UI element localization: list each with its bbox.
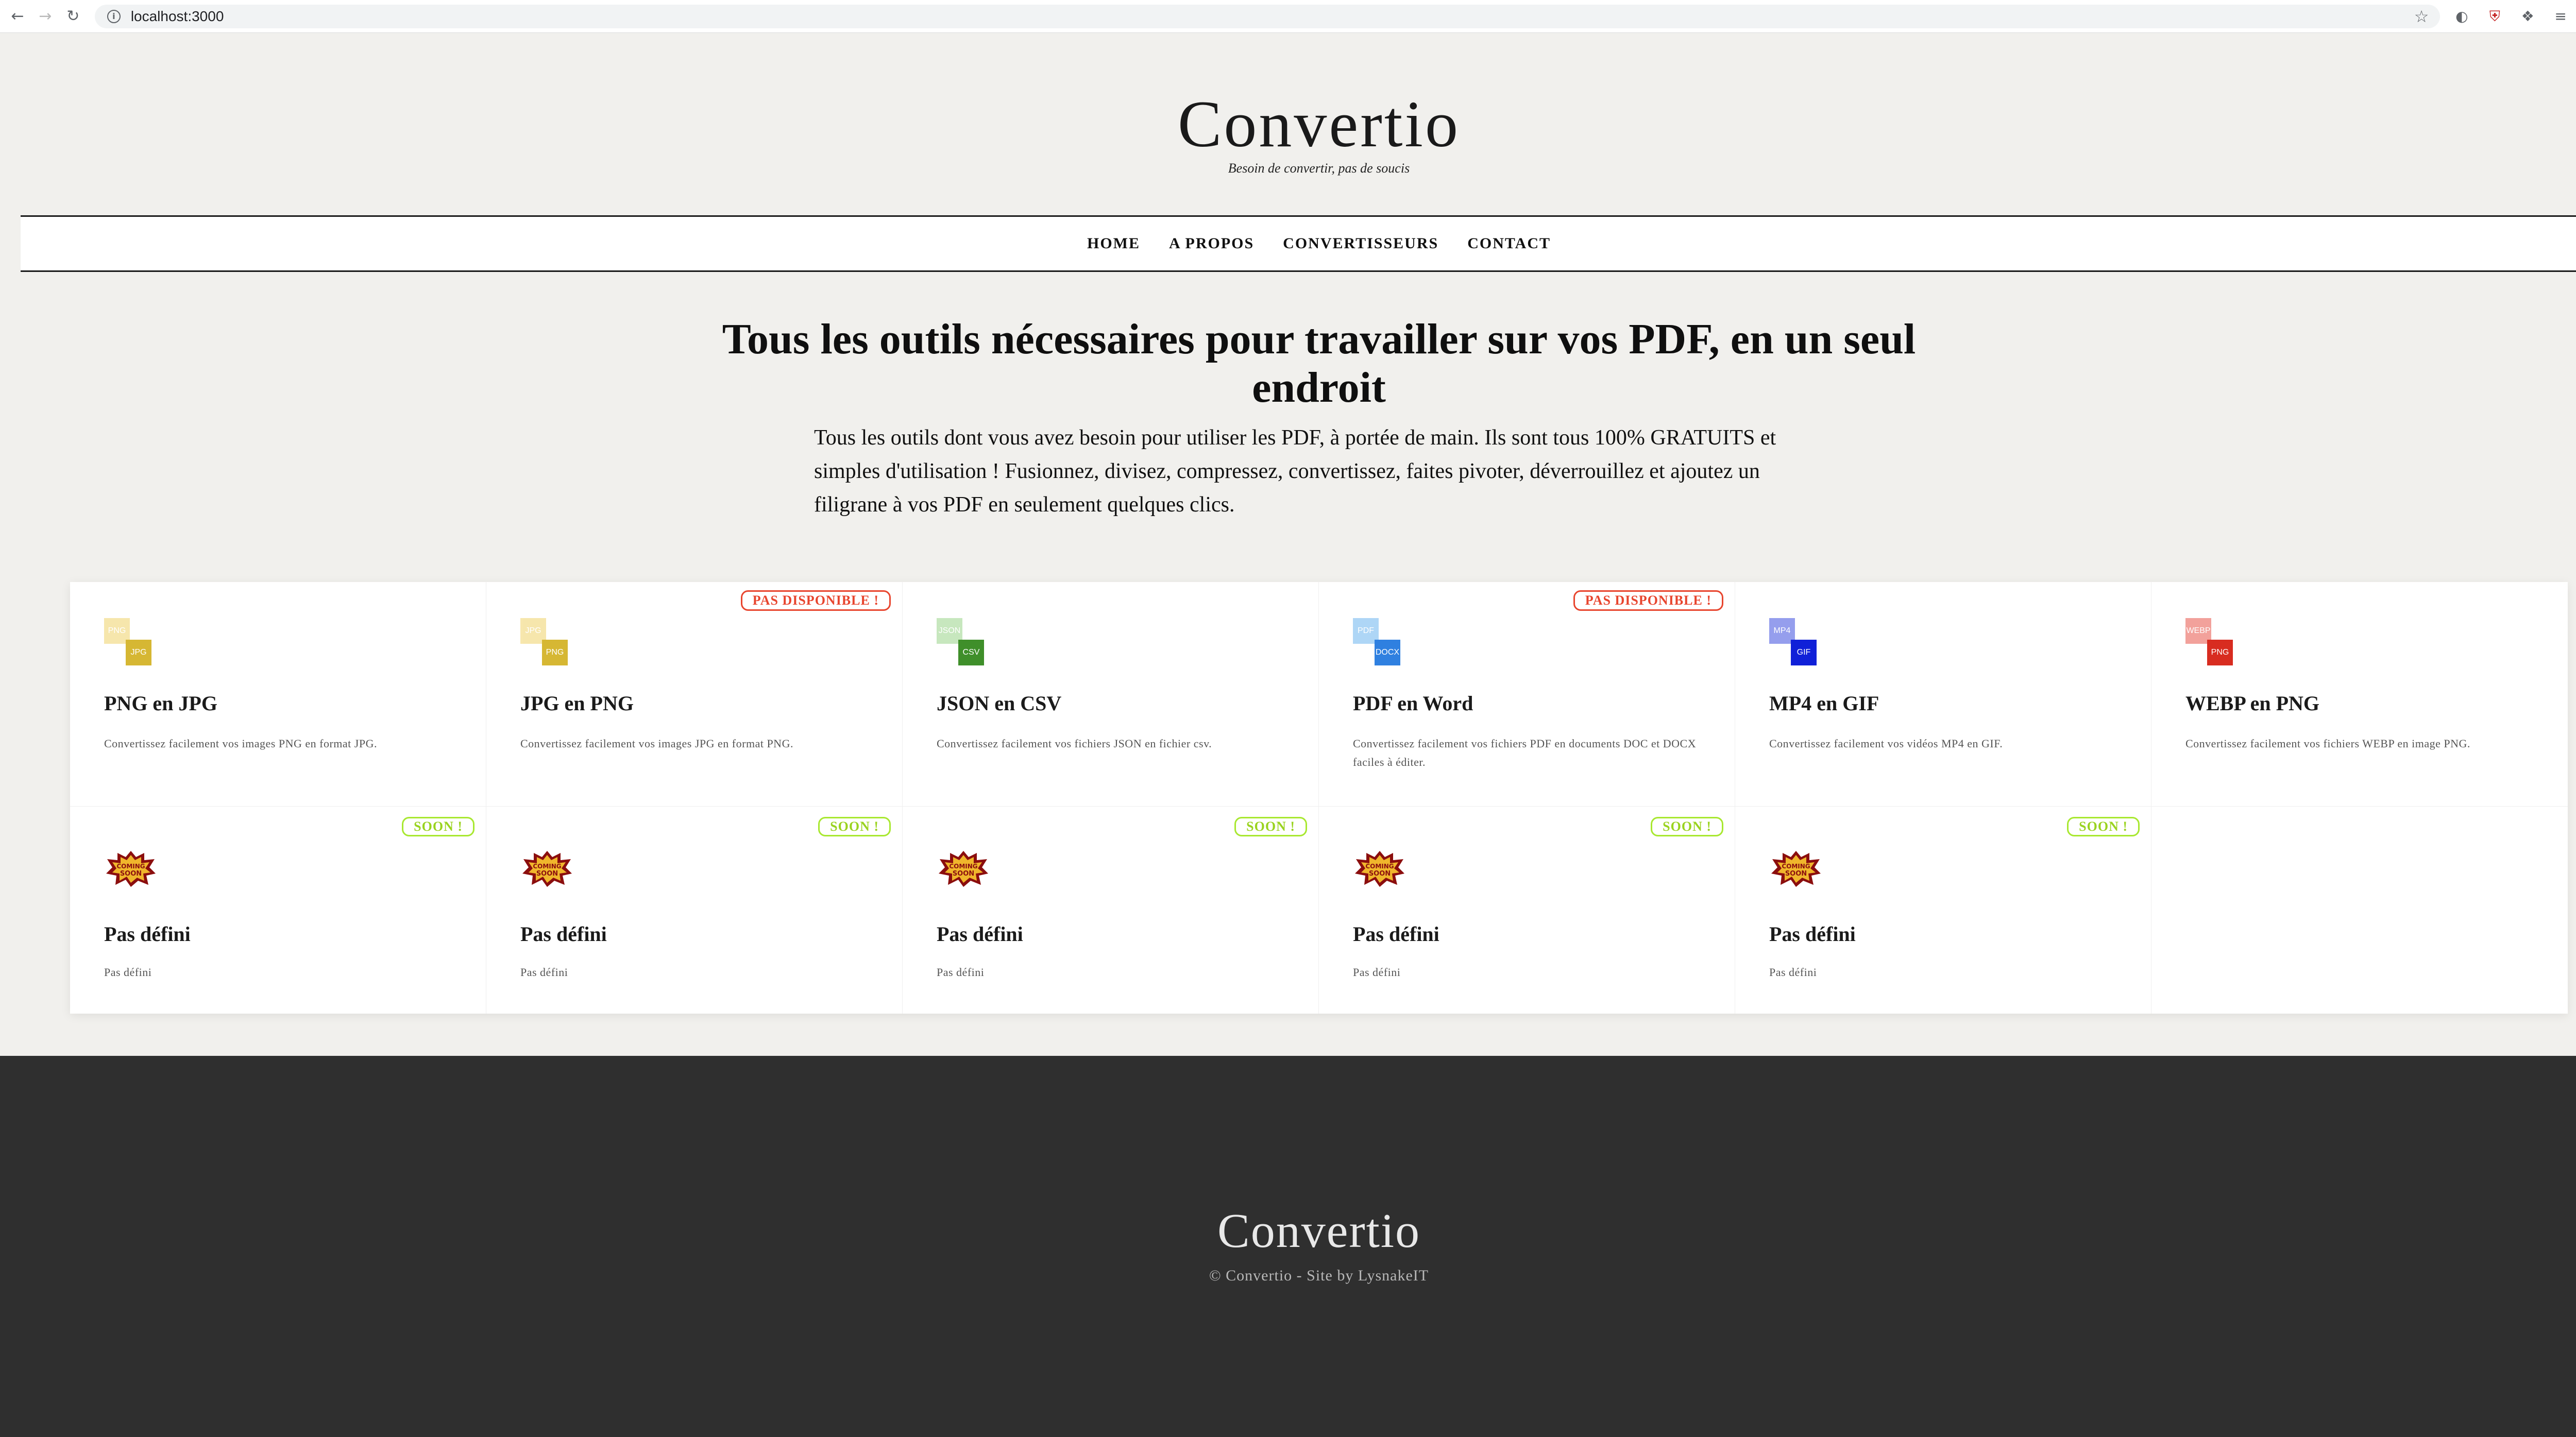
unavailable-badge: PAS DISPONIBLE ! xyxy=(1573,590,1723,611)
card-title[interactable]: Pas défini xyxy=(1769,922,1856,946)
converter-card-json-csv[interactable]: JSON CSV JSON en CSV Convertissez facile… xyxy=(903,582,1319,807)
coming-soon-icon: COMINGSOON xyxy=(106,851,156,887)
url-text[interactable]: localhost:3000 xyxy=(131,8,224,25)
coming-soon-card[interactable]: SOON ! COMING SOON Pas défini Pas défini xyxy=(1735,807,2151,1014)
soon-badge: SOON ! xyxy=(1651,817,1723,836)
file-convert-icon: JPG PNG xyxy=(520,618,572,670)
coming-soon-card[interactable]: SOON ! COMING SOON Pas défini Pas défini xyxy=(903,807,1319,1014)
footer-brand: Convertio xyxy=(1217,1204,1420,1258)
card-description: Convertissez facilement vos fichiers WEB… xyxy=(2185,737,2470,750)
target-format-icon: CSV xyxy=(958,640,984,665)
coming-soon-card[interactable]: SOON ! COMING SOON Pas défini Pas défini xyxy=(70,807,486,1014)
svg-text:SOON: SOON xyxy=(536,870,558,878)
card-title[interactable]: Pas défini xyxy=(1353,922,1439,946)
svg-text:SOON: SOON xyxy=(1369,870,1391,878)
nav-convertisseurs[interactable]: CONVERTISSEURS xyxy=(1283,235,1438,252)
browser-toolbar: ← → ↻ i localhost:3000 ☆ ◐ ⛨ ❖ ≡ ⋮ xyxy=(0,0,2576,33)
address-bar[interactable]: i localhost:3000 ☆ xyxy=(94,4,2441,28)
nav-a-propos[interactable]: A PROPOS xyxy=(1169,235,1254,252)
card-description: Convertissez facilement vos images PNG e… xyxy=(104,737,377,750)
coming-soon-icon: COMINGSOON xyxy=(1355,851,1404,887)
file-convert-icon: MP4 GIF xyxy=(1769,618,1821,670)
svg-text:COMING: COMING xyxy=(949,863,977,870)
card-title[interactable]: MP4 en GIF xyxy=(1769,691,1879,715)
converters-grid: PNG JPG PNG en JPG Convertissez facileme… xyxy=(70,582,2568,1014)
forward-icon[interactable]: → xyxy=(35,6,56,27)
card-title[interactable]: PNG en JPG xyxy=(104,691,217,715)
reading-list-icon[interactable]: ≡ xyxy=(2549,5,2572,28)
converter-card-mp4-gif[interactable]: MP4 GIF MP4 en GIF Convertissez facileme… xyxy=(1735,582,2151,807)
svg-text:COMING: COMING xyxy=(1365,863,1394,870)
card-title[interactable]: Pas défini xyxy=(520,922,607,946)
reload-icon[interactable]: ↻ xyxy=(63,6,83,27)
footer-copyright: © Convertio - Site by LysnakeIT xyxy=(1209,1267,1429,1284)
target-format-icon: JPG xyxy=(126,640,151,665)
hero-title: Tous les outils nécessaires pour travail… xyxy=(722,315,1916,412)
main-nav: HOME A PROPOS CONVERTISSEURS CONTACT xyxy=(21,215,2576,272)
converter-card-webp-png[interactable]: WEBP PNG WEBP en PNG Convertissez facile… xyxy=(2151,582,2568,807)
soon-badge: SOON ! xyxy=(2067,817,2140,836)
file-convert-icon: PDF DOCX xyxy=(1353,618,1404,670)
card-description: Pas défini xyxy=(520,966,568,979)
site-tagline: Besoin de convertir, pas de soucis xyxy=(1228,161,1410,176)
card-description: Pas défini xyxy=(1769,966,1817,979)
card-description: Pas défini xyxy=(937,966,985,979)
puzzle-extensions-icon[interactable]: ❖ xyxy=(2516,5,2539,28)
card-title[interactable]: PDF en Word xyxy=(1353,691,1473,715)
extension-icon[interactable]: ◐ xyxy=(2450,5,2473,28)
site-footer: Convertio © Convertio - Site by LysnakeI… xyxy=(0,1056,2576,1437)
card-title[interactable]: JSON en CSV xyxy=(937,691,1061,715)
card-title[interactable]: JPG en PNG xyxy=(520,691,634,715)
nav-contact[interactable]: CONTACT xyxy=(1467,235,1551,252)
card-description: Pas défini xyxy=(1353,966,1401,979)
coming-soon-card[interactable]: SOON ! COMING SOON Pas défini Pas défini xyxy=(486,807,903,1014)
target-format-icon: GIF xyxy=(1791,640,1817,665)
coming-soon-icon: COMINGSOON xyxy=(939,851,988,887)
nav-home[interactable]: HOME xyxy=(1087,235,1140,252)
svg-text:COMING: COMING xyxy=(116,863,145,870)
site-info-icon[interactable]: i xyxy=(107,9,121,23)
soon-badge: SOON ! xyxy=(818,817,891,836)
coming-soon-icon: COMINGSOON xyxy=(1771,851,1821,887)
shield-extension-icon[interactable]: ⛨ xyxy=(2483,5,2506,28)
card-description: Convertissez facilement vos images JPG e… xyxy=(520,737,793,750)
site-brand[interactable]: Convertio xyxy=(0,87,2576,162)
converter-card-pdf-word[interactable]: PAS DISPONIBLE ! PDF DOCX PDF en Word Co… xyxy=(1319,582,1735,807)
hero-description: Tous les outils dont vous avez besoin po… xyxy=(814,426,1776,517)
target-format-icon: DOCX xyxy=(1375,640,1400,665)
empty-card-slot xyxy=(2151,807,2568,1014)
file-convert-icon: JSON CSV xyxy=(937,618,988,670)
soon-badge: SOON ! xyxy=(402,817,474,836)
svg-text:SOON: SOON xyxy=(1785,870,1807,878)
card-title[interactable]: Pas défini xyxy=(937,922,1023,946)
file-convert-icon: WEBP PNG xyxy=(2185,618,2237,670)
converter-card-jpg-png[interactable]: PAS DISPONIBLE ! JPG PNG JPG en PNG Conv… xyxy=(486,582,903,807)
back-icon[interactable]: ← xyxy=(7,6,28,27)
card-title[interactable]: WEBP en PNG xyxy=(2185,691,2319,715)
soon-badge: SOON ! xyxy=(1234,817,1307,836)
card-description: Convertissez facilement vos fichiers PDF… xyxy=(1353,737,1697,768)
card-description: Pas défini xyxy=(104,966,152,979)
svg-text:COMING: COMING xyxy=(1782,863,1810,870)
svg-text:COMING: COMING xyxy=(533,863,561,870)
svg-text:SOON: SOON xyxy=(120,870,142,878)
card-title[interactable]: Pas défini xyxy=(104,922,191,946)
unavailable-badge: PAS DISPONIBLE ! xyxy=(740,590,891,611)
converter-card-png-jpg[interactable]: PNG JPG PNG en JPG Convertissez facileme… xyxy=(70,582,486,807)
card-description: Convertissez facilement vos vidéos MP4 e… xyxy=(1769,737,2003,750)
file-convert-icon: PNG JPG xyxy=(104,618,156,670)
card-description: Convertissez facilement vos fichiers JSO… xyxy=(937,737,1212,750)
coming-soon-card[interactable]: SOON ! COMING SOON Pas défini Pas défini xyxy=(1319,807,1735,1014)
coming-soon-icon: COMINGSOON xyxy=(522,851,572,887)
bookmark-star-icon[interactable]: ☆ xyxy=(2414,7,2429,26)
target-format-icon: PNG xyxy=(542,640,568,665)
svg-text:SOON: SOON xyxy=(953,870,974,878)
target-format-icon: PNG xyxy=(2207,640,2233,665)
